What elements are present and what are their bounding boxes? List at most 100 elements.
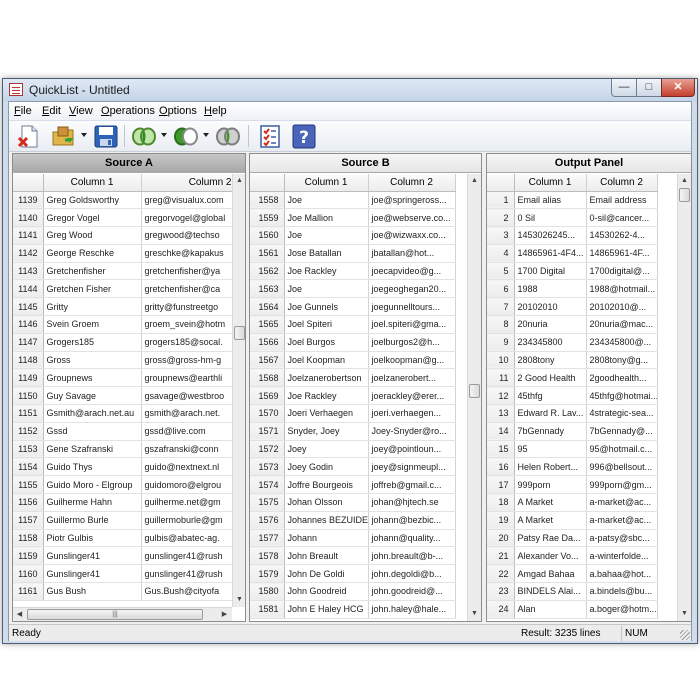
table-row[interactable]: 9 234345800 234345800@... bbox=[487, 333, 658, 352]
table-row[interactable]: 1153 Gene Szafranski gszafranski@conn bbox=[13, 440, 233, 459]
table-row[interactable]: 1148 Gross gross@gross-hm-g bbox=[13, 351, 233, 370]
row-number[interactable]: 13 bbox=[487, 404, 515, 423]
cell-column-1[interactable]: Jose Batallan bbox=[284, 244, 369, 263]
cell-column-1[interactable]: 0 Sil bbox=[514, 208, 587, 228]
cell-column-2[interactable]: 2goodhealth... bbox=[586, 368, 658, 388]
cell-column-2[interactable]: 0-sil@cancer... bbox=[586, 208, 658, 228]
row-number[interactable]: 1151 bbox=[13, 404, 44, 423]
cell-column-2[interactable]: jbatallan@hot... bbox=[368, 244, 456, 263]
row-number[interactable]: 1141 bbox=[13, 226, 44, 245]
row-number[interactable]: 1146 bbox=[13, 315, 44, 334]
cell-column-1[interactable]: 2808tony bbox=[514, 351, 587, 370]
menu-help[interactable]: Help bbox=[204, 105, 227, 117]
row-number[interactable]: 1155 bbox=[13, 475, 44, 495]
table-row[interactable]: 1140 Gregor Vogel gregorvogel@global bbox=[13, 208, 233, 228]
table-row[interactable]: 1154 Guido Thys guido@nextnext.nl bbox=[13, 457, 233, 477]
cell-column-1[interactable]: Joey Godin bbox=[284, 457, 369, 477]
table-row[interactable]: 1578 John Breault john.breault@b-... bbox=[250, 546, 456, 566]
cell-column-1[interactable]: Edward R. Lav... bbox=[514, 404, 587, 423]
source-b-vertical-scrollbar[interactable]: ▲ ▼ bbox=[467, 174, 481, 621]
cell-column-2[interactable]: gregorvogel@global bbox=[141, 208, 233, 228]
cell-column-2[interactable]: 234345800@... bbox=[586, 333, 658, 352]
row-number[interactable]: 24 bbox=[487, 600, 515, 619]
scroll-up-arrow-icon[interactable]: ▲ bbox=[678, 174, 691, 187]
cell-column-1[interactable]: Joey bbox=[284, 440, 369, 459]
cell-column-1[interactable]: John E Haley HCG bbox=[284, 600, 369, 619]
cell-column-2[interactable]: johann@bezbic... bbox=[368, 511, 456, 530]
row-number[interactable]: 1579 bbox=[250, 564, 285, 584]
row-number[interactable]: 1566 bbox=[250, 333, 285, 352]
cell-column-2[interactable]: gross@gross-hm-g bbox=[141, 351, 233, 370]
table-row[interactable]: 24 Alan a.boger@hotm... bbox=[487, 600, 658, 619]
row-number[interactable]: 1159 bbox=[13, 546, 44, 566]
cell-column-1[interactable]: BINDELS Alai... bbox=[514, 582, 587, 601]
cell-column-1[interactable]: Svein Groem bbox=[43, 315, 142, 334]
cell-column-1[interactable]: Alexander Vo... bbox=[514, 546, 587, 566]
table-row[interactable]: 1566 Joel Burgos joelburgos2@h... bbox=[250, 333, 456, 352]
cell-column-1[interactable]: 95 bbox=[514, 440, 587, 459]
cell-column-2[interactable]: 1988@hotmail... bbox=[586, 279, 658, 299]
cell-column-2[interactable]: gretchenfisher@ca bbox=[141, 279, 233, 299]
cell-column-1[interactable]: Johannes BEZUIDE... bbox=[284, 511, 369, 530]
cell-column-1[interactable]: John De Goldi bbox=[284, 564, 369, 584]
table-row[interactable]: 1569 Joe Rackley joerackley@erer... bbox=[250, 386, 456, 406]
table-row[interactable]: 1572 Joey joey@pointloun... bbox=[250, 440, 456, 459]
table-row[interactable]: 20 Patsy Rae Da... a-patsy@sbc... bbox=[487, 529, 658, 548]
cell-column-2[interactable]: a-winterfolde... bbox=[586, 546, 658, 566]
row-number[interactable]: 1144 bbox=[13, 279, 44, 299]
cell-column-2[interactable]: gsavage@westbroo bbox=[141, 386, 233, 406]
horizontal-scroll-thumb[interactable]: ||| bbox=[27, 609, 203, 620]
title-bar[interactable]: QuickList - Untitled — □ ✕ bbox=[3, 79, 697, 101]
scroll-thumb[interactable] bbox=[469, 384, 480, 398]
cell-column-1[interactable]: George Reschke bbox=[43, 244, 142, 263]
cell-column-2[interactable]: a-market@ac... bbox=[586, 493, 658, 512]
column-2-header[interactable]: Column 2 bbox=[368, 174, 456, 192]
row-number[interactable]: 19 bbox=[487, 511, 515, 530]
table-row[interactable]: 1579 John De Goldi john.degoldi@b... bbox=[250, 564, 456, 584]
row-number[interactable]: 1574 bbox=[250, 475, 285, 495]
row-number[interactable]: 1572 bbox=[250, 440, 285, 459]
cell-column-1[interactable]: 234345800 bbox=[514, 333, 587, 352]
cell-column-1[interactable]: 14865961-4F4... bbox=[514, 244, 587, 263]
row-number[interactable]: 1145 bbox=[13, 297, 44, 317]
source-a-panel[interactable]: Source A Column 1 Column 2 1139 Greg Gold… bbox=[12, 153, 246, 622]
cell-column-2[interactable]: gszafranski@conn bbox=[141, 440, 233, 459]
cell-column-2[interactable]: 999porn@gm... bbox=[586, 475, 658, 495]
cell-column-2[interactable]: 20nuria@mac... bbox=[586, 315, 658, 334]
table-row[interactable]: 10 2808tony 2808tony@g... bbox=[487, 351, 658, 370]
table-row[interactable]: 8 20nuria 20nuria@mac... bbox=[487, 315, 658, 334]
cell-column-1[interactable]: Johann bbox=[284, 529, 369, 548]
table-row[interactable]: 15 95 95@hotmail.c... bbox=[487, 440, 658, 459]
row-number[interactable]: 1571 bbox=[250, 422, 285, 441]
row-number[interactable]: 1154 bbox=[13, 457, 44, 477]
row-number[interactable]: 1581 bbox=[250, 600, 285, 619]
cell-column-1[interactable]: Snyder, Joey bbox=[284, 422, 369, 441]
row-number[interactable]: 21 bbox=[487, 546, 515, 566]
row-number[interactable]: 1156 bbox=[13, 493, 44, 512]
cell-column-2[interactable]: 7bGennady@... bbox=[586, 422, 658, 441]
cell-column-1[interactable]: Gsmith@arach.net.au bbox=[43, 404, 142, 423]
row-number[interactable]: 1562 bbox=[250, 262, 285, 281]
cell-column-1[interactable]: 999porn bbox=[514, 475, 587, 495]
row-number[interactable]: 18 bbox=[487, 493, 515, 512]
scroll-down-arrow-icon[interactable]: ▼ bbox=[468, 607, 481, 620]
column-1-header[interactable]: Column 1 bbox=[284, 174, 369, 192]
row-number[interactable]: 1570 bbox=[250, 404, 285, 423]
cell-column-1[interactable]: Amgad Bahaa bbox=[514, 564, 587, 584]
cell-column-2[interactable]: joecapvideo@g... bbox=[368, 262, 456, 281]
cell-column-2[interactable]: a-patsy@sbc... bbox=[586, 529, 658, 548]
cell-column-2[interactable]: joey@signmeupl... bbox=[368, 457, 456, 477]
cell-column-1[interactable]: Greg Wood bbox=[43, 226, 142, 245]
table-row[interactable]: 1570 Joeri Verhaegen joeri.verhaegen... bbox=[250, 404, 456, 423]
cell-column-1[interactable]: Gretchen Fisher bbox=[43, 279, 142, 299]
cell-column-2[interactable]: Gus.Bush@cityofa bbox=[141, 582, 233, 601]
table-row[interactable]: 1581 John E Haley HCG john.haley@hale... bbox=[250, 600, 456, 619]
table-row[interactable]: 1150 Guy Savage gsavage@westbroo bbox=[13, 386, 233, 406]
cell-column-2[interactable]: guilherme.net@gm bbox=[141, 493, 233, 512]
table-row[interactable]: 1567 Joel Koopman joelkoopman@g... bbox=[250, 351, 456, 370]
table-row[interactable]: 1565 Joel Spiteri joel.spiteri@gma... bbox=[250, 315, 456, 334]
row-number[interactable]: 1569 bbox=[250, 386, 285, 406]
source-b-panel[interactable]: Source B Column 1 Column 2 1558 Joe joe@sp… bbox=[249, 153, 482, 622]
table-row[interactable]: 1152 Gssd gssd@live.com bbox=[13, 422, 233, 441]
cell-column-1[interactable]: 1988 bbox=[514, 279, 587, 299]
